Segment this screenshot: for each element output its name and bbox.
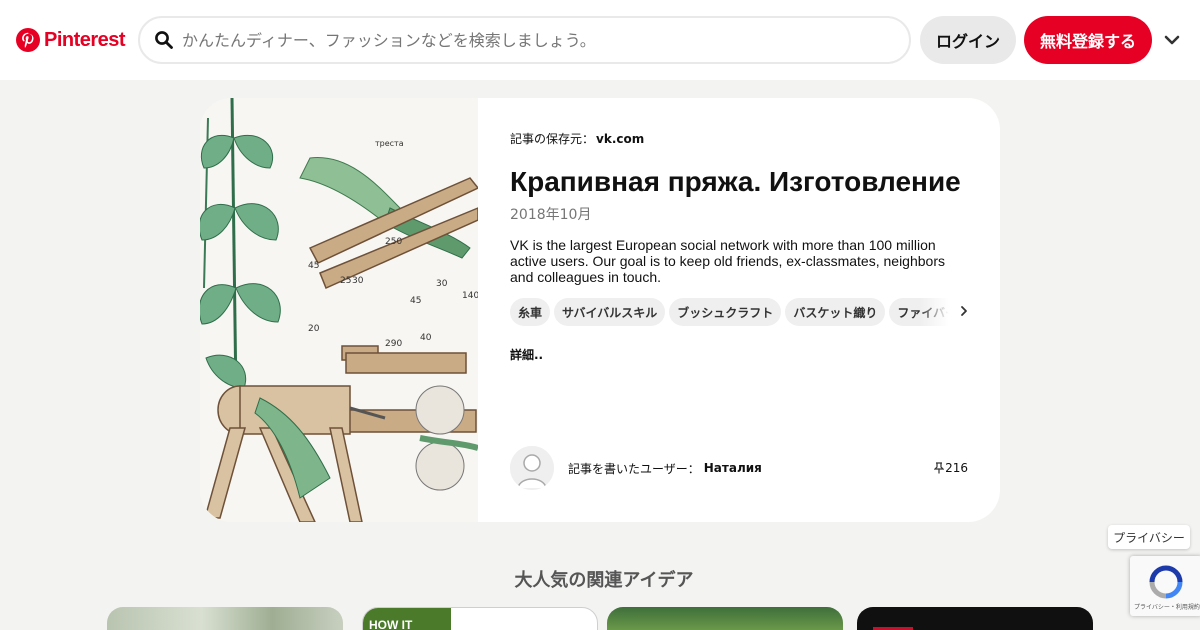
tag-list: 糸車 サバイバルスキル ブッシュクラフト バスケット織り ファイバー xyxy=(510,298,968,326)
source-prefix: 記事の保存元： xyxy=(510,132,595,146)
dimension-label: 40 xyxy=(420,333,432,343)
pin-title: Крапивная пряжа. Изготовление xyxy=(510,166,961,197)
top-header: Pinterest ログイン 無料登録する xyxy=(0,0,1200,80)
source-domain-link[interactable]: vk.com xyxy=(596,132,644,146)
more-details-link[interactable]: 詳細.. xyxy=(510,346,543,363)
tag-chip[interactable]: ブッシュクラフト xyxy=(669,298,782,326)
related-card-label: HOW IT WORKS xyxy=(363,608,451,630)
pin-count-value: 216 xyxy=(945,461,968,475)
search-icon xyxy=(155,31,173,49)
dimension-label: 45 xyxy=(410,296,421,306)
pin-image[interactable]: треста 250 45 25 30 30 45 140 20 290 40 xyxy=(200,98,478,522)
dimension-label: 25 xyxy=(340,276,351,286)
author-row: 記事を書いたユーザー： Наталия 216 xyxy=(510,446,968,490)
pin-source: 記事の保存元： vk.com xyxy=(510,130,644,147)
signup-button[interactable]: 無料登録する xyxy=(1024,16,1152,64)
login-button[interactable]: ログイン xyxy=(920,16,1016,64)
related-pin-card[interactable] xyxy=(107,607,343,630)
related-pin-card[interactable] xyxy=(607,607,843,630)
search-bar[interactable] xyxy=(138,16,911,64)
tag-chip[interactable]: 糸車 xyxy=(510,298,551,326)
tag-chip[interactable]: サバイバルスキル xyxy=(554,298,666,326)
pinterest-logo-icon xyxy=(16,28,40,52)
user-avatar-icon xyxy=(510,446,554,490)
tag-chip[interactable]: バスケット織り xyxy=(785,298,886,326)
pin-date: 2018年10月 xyxy=(510,207,592,223)
author-name-link[interactable]: Наталия xyxy=(704,461,762,475)
pin-description: VK is the largest European social networ… xyxy=(510,237,945,285)
nettle-loom-illustration: треста 250 45 25 30 30 45 140 20 290 40 xyxy=(200,98,478,522)
related-pin-card[interactable]: HOW IT WORKS xyxy=(362,607,598,630)
author-prefix: 記事を書いたユーザー： xyxy=(568,461,700,476)
related-ideas-title: 大人気の関連アイデア xyxy=(514,570,694,591)
image-caption: треста xyxy=(375,139,404,148)
search-input[interactable] xyxy=(182,30,862,50)
chevron-right-icon[interactable] xyxy=(958,304,970,318)
avatar[interactable] xyxy=(510,446,554,490)
brand-name: Pinterest xyxy=(44,28,126,51)
dimension-label: 45 xyxy=(308,261,319,271)
dimension-label: 30 xyxy=(436,279,448,289)
recaptcha-caption[interactable]: プライバシー・利用規約 xyxy=(1134,602,1200,611)
pin-icon xyxy=(934,462,945,474)
pin-closeup-card: треста 250 45 25 30 30 45 140 20 290 40 xyxy=(200,98,1000,522)
dimension-label: 20 xyxy=(308,324,320,334)
dimension-label: 30 xyxy=(352,276,364,286)
chevron-down-icon[interactable] xyxy=(1162,30,1182,50)
pinterest-logo[interactable]: Pinterest xyxy=(16,28,126,52)
pin-count: 216 xyxy=(934,461,968,475)
dimension-label: 140 xyxy=(462,291,478,301)
privacy-label[interactable]: プライバシー xyxy=(1108,525,1190,549)
recaptcha-icon xyxy=(1149,565,1183,599)
dimension-label: 250 xyxy=(385,237,402,247)
dimension-label: 290 xyxy=(385,339,402,349)
related-pin-card[interactable] xyxy=(857,607,1093,630)
recaptcha-badge[interactable]: プライバシー・利用規約 xyxy=(1130,556,1200,616)
